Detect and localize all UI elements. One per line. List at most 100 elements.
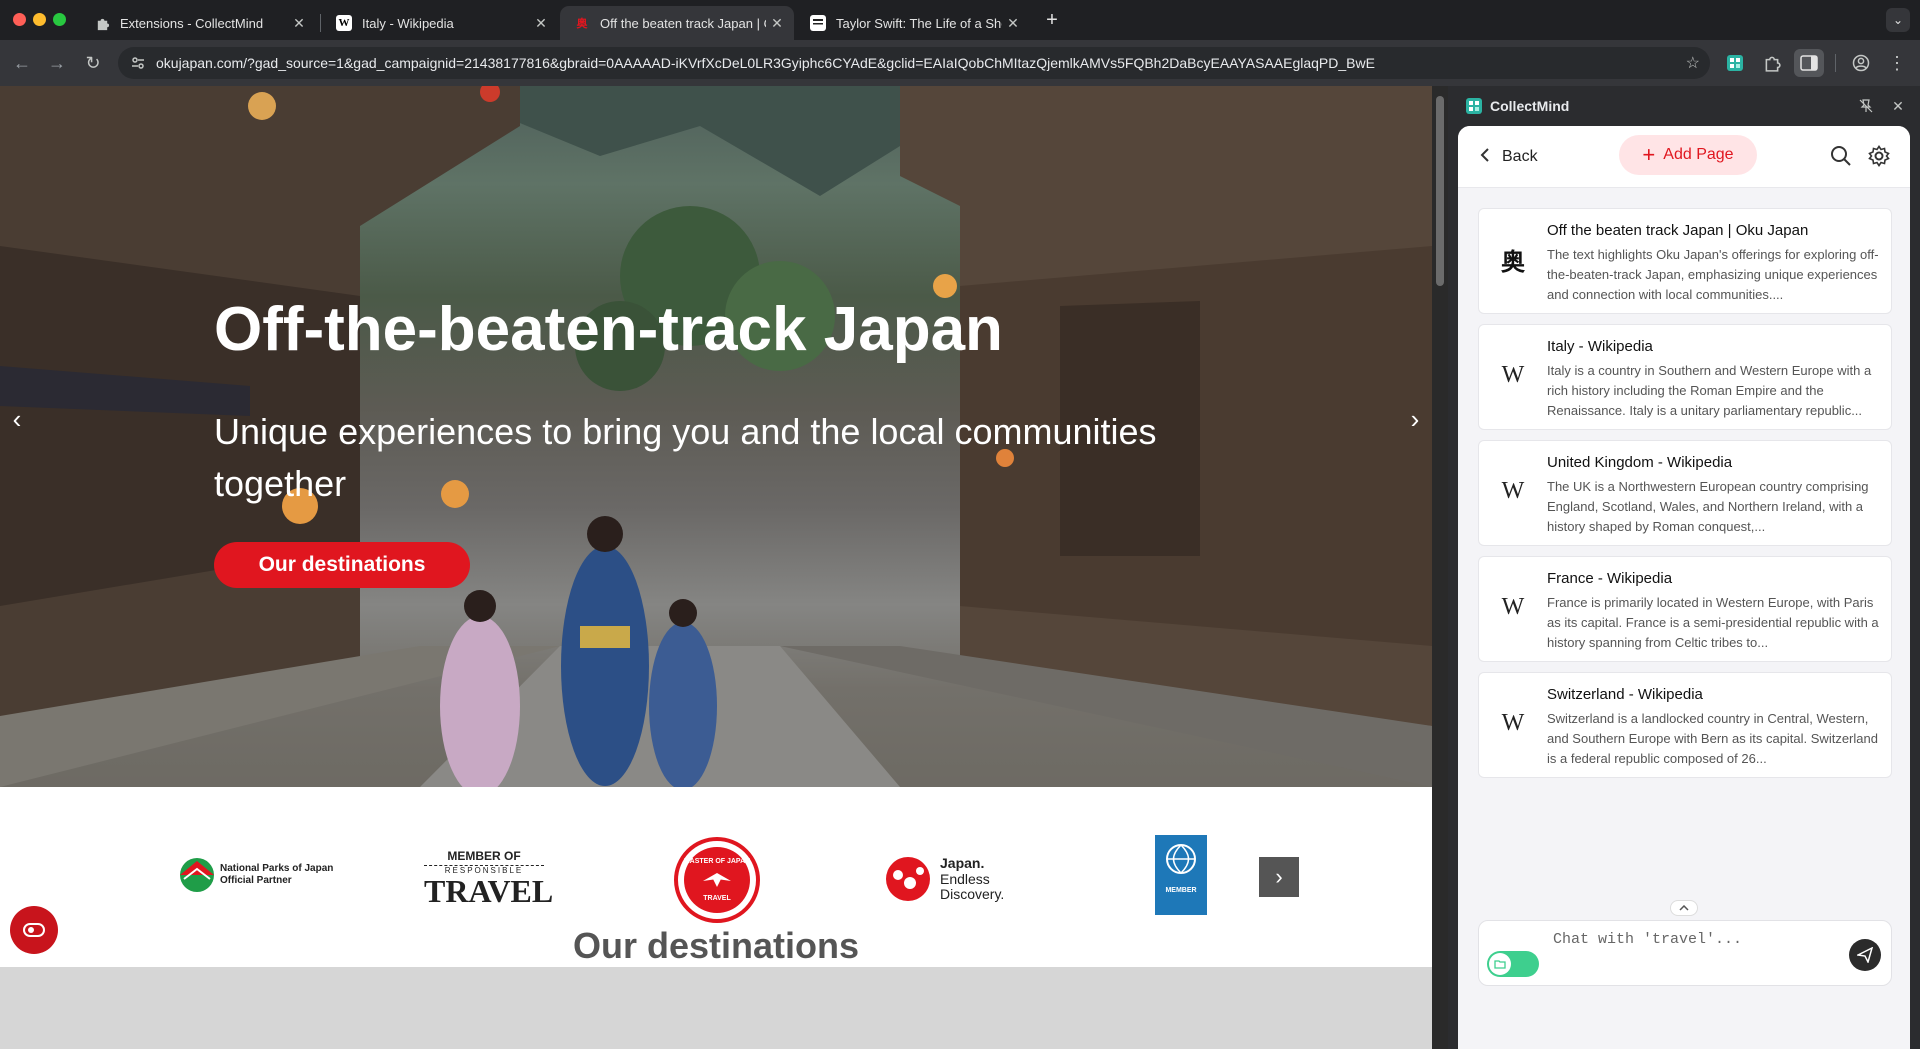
page-card-description: France is primarily located in Western E… xyxy=(1547,595,1879,650)
chat-area: Chat with 'travel'... xyxy=(1458,898,1910,1049)
cookie-settings-button[interactable] xyxy=(10,906,58,954)
profile-icon[interactable] xyxy=(1848,50,1874,76)
chat-box: Chat with 'travel'... xyxy=(1478,920,1892,986)
page-card-description: The text highlights Oku Japan's offering… xyxy=(1547,247,1879,302)
logo-text: TRAVEL xyxy=(703,895,731,902)
logo-text: TRAVEL xyxy=(424,873,554,909)
page-card-title: France - Wikipedia xyxy=(1547,570,1673,587)
oku-japan-icon: 奥 xyxy=(1501,248,1525,276)
folder-icon xyxy=(1489,953,1511,975)
zoom-window-button[interactable] xyxy=(53,13,66,26)
master-of-japan-travel-logo[interactable]: MASTER OF JAPAN TRAVEL xyxy=(674,837,760,923)
gear-icon[interactable] xyxy=(1868,145,1890,167)
hero-banner: ‹ › Off-the-beaten-track Japan Unique ex… xyxy=(0,86,1432,787)
tab-search-chevron-icon[interactable]: ⌄ xyxy=(1886,8,1910,32)
minimize-window-button[interactable] xyxy=(33,13,46,26)
saved-pages-list: 奥 Off the beaten track Japan | Oku Japan… xyxy=(1458,188,1910,898)
our-destinations-button[interactable]: Our destinations xyxy=(214,542,470,588)
page-card-italy[interactable]: W Italy - Wikipedia Italy is a country i… xyxy=(1478,324,1892,430)
logo-text: Discovery. xyxy=(940,886,1005,902)
collectmind-extension-icon[interactable] xyxy=(1722,50,1748,76)
responsible-travel-logo[interactable]: MEMBER OF RESPONSIBLE TRAVEL xyxy=(424,849,554,909)
page-card-title: Off the beaten track Japan | Oku Japan xyxy=(1547,222,1809,239)
collectmind-app: Back + Add Page 奥 Off the beaten track J… xyxy=(1458,126,1910,1049)
wikipedia-icon: W xyxy=(1501,593,1525,620)
close-panel-icon[interactable]: ✕ xyxy=(1888,96,1908,116)
page-card-description: The UK is a Northwestern European countr… xyxy=(1547,479,1869,534)
japan-endless-discovery-logo[interactable]: Japan. Endless Discovery. xyxy=(882,851,1022,905)
side-panel: CollectMind ✕ Back + Add Page 奥 Off the … xyxy=(1448,86,1920,1049)
browser-menu-icon[interactable]: ⋮ xyxy=(1884,50,1910,76)
wikipedia-icon: W xyxy=(336,15,352,31)
scrollbar-thumb[interactable] xyxy=(1436,96,1444,286)
search-icon[interactable] xyxy=(1830,145,1852,167)
logo-text: Japan. xyxy=(940,855,985,871)
page-card-switzerland[interactable]: W Switzerland - Wikipedia Switzerland is… xyxy=(1478,672,1892,778)
tab-taylor-swift[interactable]: Taylor Swift: The Life of a Sho ✕ xyxy=(796,6,1030,40)
add-page-label: Add Page xyxy=(1663,146,1734,163)
forward-arrow-icon[interactable]: → xyxy=(44,50,70,76)
tab-title: Off the beaten track Japan | O xyxy=(600,15,766,31)
tab-title: Italy - Wikipedia xyxy=(362,15,454,31)
tab-title: Extensions - CollectMind xyxy=(120,15,264,31)
wikipedia-icon: W xyxy=(1501,361,1525,388)
new-tab-icon[interactable]: + xyxy=(1040,8,1064,32)
page-card-description: Italy is a country in Southern and Weste… xyxy=(1547,363,1872,418)
page-card-title: Switzerland - Wikipedia xyxy=(1547,686,1703,703)
web-page: ‹ › Off-the-beaten-track Japan Unique ex… xyxy=(0,86,1432,1049)
close-tab-icon[interactable]: ✕ xyxy=(766,15,788,32)
site-icon xyxy=(810,15,826,31)
site-info-icon[interactable] xyxy=(130,55,146,76)
back-arrow-icon[interactable]: ← xyxy=(9,50,35,76)
globe-icon xyxy=(1166,844,1196,874)
tab-oku-japan[interactable]: 奥 Off the beaten track Japan | O ✕ xyxy=(560,6,794,40)
close-tab-icon[interactable]: ✕ xyxy=(1002,15,1024,32)
destinations-heading: Our destinations xyxy=(572,925,860,966)
send-button[interactable] xyxy=(1849,939,1881,971)
side-panel-header: CollectMind ✕ xyxy=(1448,86,1920,126)
back-button[interactable]: Back xyxy=(1480,144,1538,170)
logo-text: MEMBER xyxy=(1165,887,1197,894)
logo-text: MASTER OF JAPAN xyxy=(683,858,751,865)
crane-icon xyxy=(701,871,733,889)
page-card-oku-japan[interactable]: 奥 Off the beaten track Japan | Oku Japan… xyxy=(1478,208,1892,314)
plus-icon: + xyxy=(1642,142,1656,167)
tab-extensions[interactable]: Extensions - CollectMind ✕ xyxy=(80,6,316,40)
page-card-united-kingdom[interactable]: W United Kingdom - Wikipedia The UK is a… xyxy=(1478,440,1892,546)
destinations-section xyxy=(0,967,1432,1049)
logo-text: MEMBER OF xyxy=(447,849,521,863)
back-label: Back xyxy=(1502,148,1538,165)
national-parks-logo[interactable]: National Parks of Japan Official Partner xyxy=(178,855,333,895)
bookmark-star-icon[interactable]: ☆ xyxy=(1686,53,1700,73)
page-card-france[interactable]: W France - Wikipedia France is primarily… xyxy=(1478,556,1892,662)
reload-icon[interactable]: ↻ xyxy=(80,50,106,76)
browser-toolbar: ← → ↻ okujapan.com/?gad_source=1&gad_cam… xyxy=(0,40,1920,86)
wikipedia-icon: W xyxy=(1501,477,1525,504)
tab-strip: Extensions - CollectMind ✕ W Italy - Wik… xyxy=(0,0,1920,40)
member-badge-logo[interactable]: MEMBER xyxy=(1155,835,1207,915)
expand-chevron-icon[interactable] xyxy=(1670,900,1698,916)
unpin-icon[interactable] xyxy=(1856,96,1876,116)
address-bar[interactable]: okujapan.com/?gad_source=1&gad_campaigni… xyxy=(118,47,1710,79)
hero-prev-chevron-icon[interactable]: ‹ xyxy=(2,404,32,434)
page-card-title: Italy - Wikipedia xyxy=(1547,338,1653,355)
close-window-button[interactable] xyxy=(13,13,26,26)
hero-next-chevron-icon[interactable]: › xyxy=(1400,404,1430,434)
side-panel-icon[interactable] xyxy=(1794,49,1824,77)
close-tab-icon[interactable]: ✕ xyxy=(530,15,552,32)
partners-next-chevron-icon[interactable]: › xyxy=(1259,857,1299,897)
hero-title: Off-the-beaten-track Japan xyxy=(214,295,1003,364)
extensions-puzzle-icon[interactable] xyxy=(1759,50,1785,76)
chat-input[interactable]: Chat with 'travel'... xyxy=(1553,931,1742,948)
close-tab-icon[interactable]: ✕ xyxy=(288,15,310,32)
collectmind-header: Back + Add Page xyxy=(1458,126,1910,188)
add-page-button[interactable]: + Add Page xyxy=(1619,135,1757,175)
page-scrollbar[interactable] xyxy=(1432,86,1448,1049)
chevron-left-icon xyxy=(1480,147,1490,167)
logo-text: Official Partner xyxy=(220,875,292,886)
collection-toggle[interactable] xyxy=(1487,951,1539,977)
page-card-title: United Kingdom - Wikipedia xyxy=(1547,454,1733,471)
tab-italy-wikipedia[interactable]: W Italy - Wikipedia ✕ xyxy=(322,6,558,40)
send-icon xyxy=(1857,947,1873,963)
collectmind-logo-icon xyxy=(1466,98,1482,114)
